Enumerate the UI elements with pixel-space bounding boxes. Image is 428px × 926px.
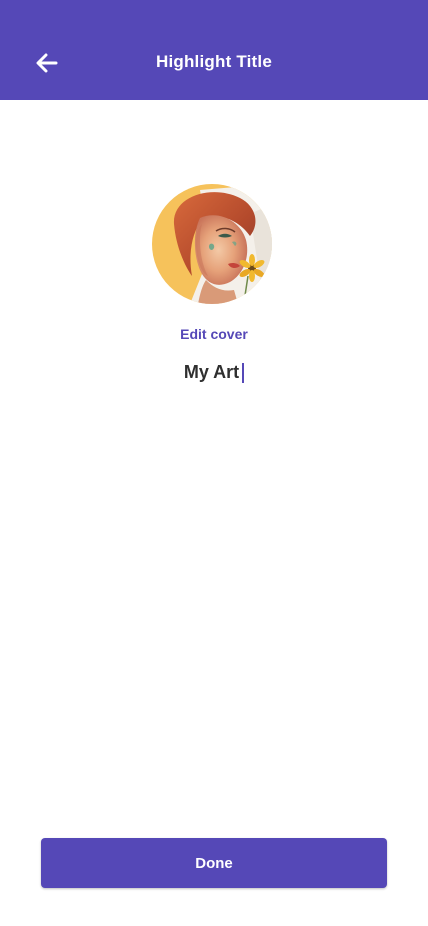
highlight-title-field[interactable]: My Art (0, 362, 428, 383)
done-button[interactable]: Done (41, 838, 387, 888)
portrait-image (152, 184, 272, 304)
text-caret (242, 362, 245, 383)
app-bar: Highlight Title (0, 0, 428, 100)
cover-image[interactable] (152, 184, 272, 304)
edit-cover-link[interactable]: Edit cover (0, 326, 428, 342)
highlight-title-value[interactable]: My Art (184, 362, 239, 383)
highlight-title-screen: Highlight Title Edit cover My Art Done (0, 0, 428, 926)
page-title: Highlight Title (155, 52, 272, 71)
